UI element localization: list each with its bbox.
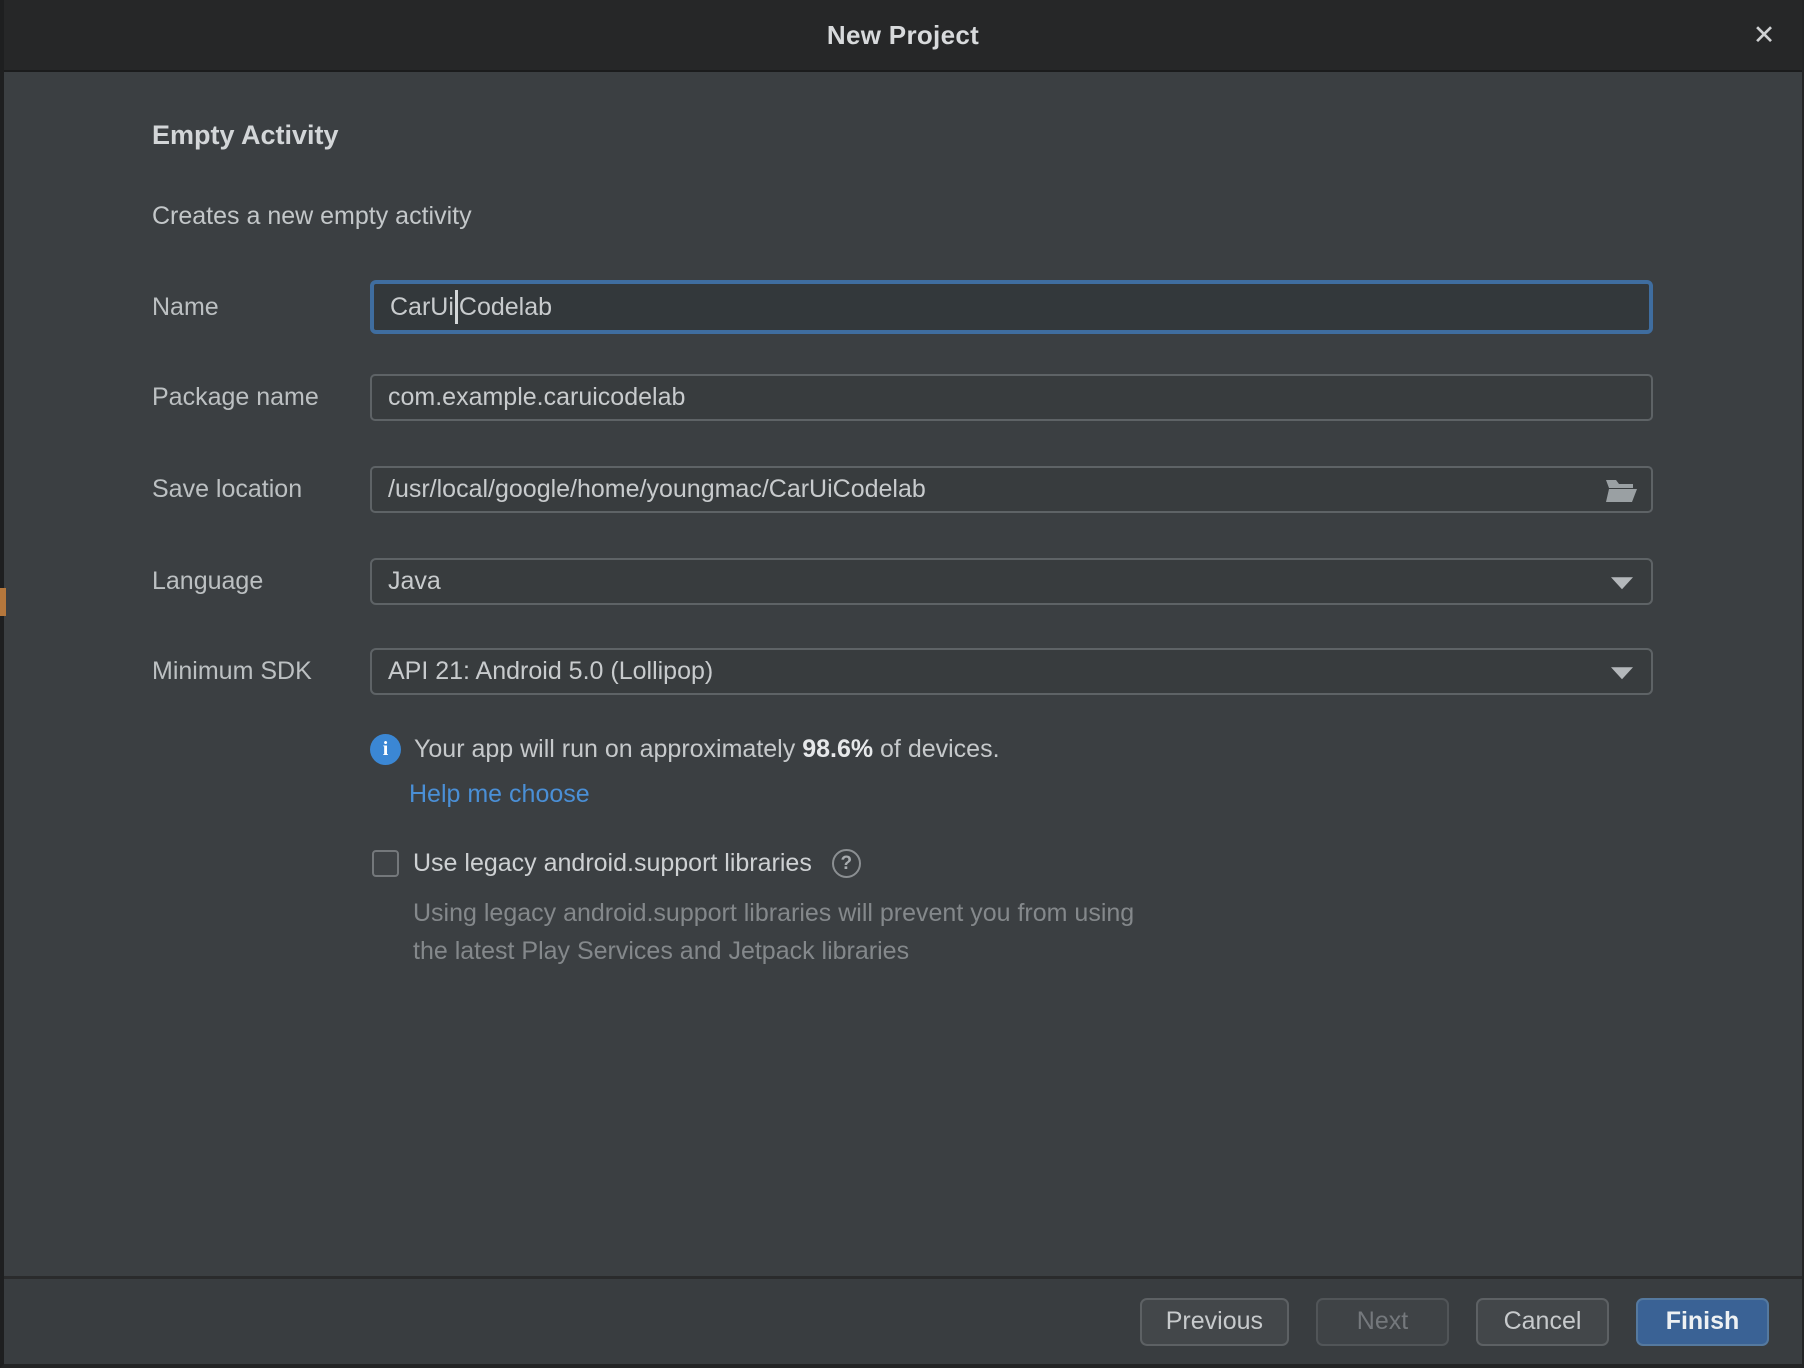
help-me-choose-link[interactable]: Help me choose bbox=[409, 780, 590, 809]
cancel-button[interactable]: Cancel bbox=[1476, 1298, 1609, 1346]
sdk-info-percent: 98.6% bbox=[802, 735, 873, 763]
save-location-label: Save location bbox=[152, 475, 370, 504]
language-label: Language bbox=[152, 567, 370, 596]
page-subtitle: Creates a new empty activity bbox=[152, 202, 472, 231]
legacy-checkbox-row: Use legacy android.support libraries ? bbox=[372, 849, 861, 878]
minimum-sdk-value: API 21: Android 5.0 (Lollipop) bbox=[388, 657, 713, 686]
text-caret bbox=[455, 290, 458, 324]
legacy-checkbox-label[interactable]: Use legacy android.support libraries bbox=[413, 849, 812, 878]
dialog-title: New Project bbox=[827, 20, 979, 51]
folder-open-icon bbox=[1604, 475, 1638, 505]
legacy-description: Using legacy android.support libraries w… bbox=[413, 894, 1134, 970]
footer: Previous Next Cancel Finish bbox=[4, 1276, 1802, 1364]
sdk-info-text: Your app will run on approximately 98.6%… bbox=[414, 735, 1000, 764]
legacy-description-line1: Using legacy android.support libraries w… bbox=[413, 894, 1134, 932]
browse-folder-button[interactable] bbox=[1603, 474, 1639, 506]
sdk-info-row: i Your app will run on approximately 98.… bbox=[370, 734, 1000, 765]
package-name-value: com.example.caruicodelab bbox=[388, 383, 685, 412]
name-row: Name CarUiCodelab bbox=[152, 280, 1653, 334]
sdk-info-prefix: Your app will run on approximately bbox=[414, 735, 802, 763]
titlebar: New Project ✕ bbox=[4, 0, 1802, 72]
save-location-value: /usr/local/google/home/youngmac/CarUiCod… bbox=[388, 475, 926, 504]
previous-button[interactable]: Previous bbox=[1140, 1298, 1289, 1346]
help-icon[interactable]: ? bbox=[832, 849, 861, 878]
save-location-input[interactable]: /usr/local/google/home/youngmac/CarUiCod… bbox=[370, 466, 1653, 513]
name-value-before-caret: CarUi bbox=[390, 293, 454, 322]
language-row: Language Java bbox=[152, 558, 1653, 605]
language-value: Java bbox=[388, 567, 441, 596]
next-button[interactable]: Next bbox=[1316, 1298, 1449, 1346]
package-name-row: Package name com.example.caruicodelab bbox=[152, 374, 1653, 421]
minimum-sdk-label: Minimum SDK bbox=[152, 657, 370, 686]
save-location-row: Save location /usr/local/google/home/you… bbox=[152, 466, 1653, 513]
name-label: Name bbox=[152, 293, 370, 322]
info-icon: i bbox=[370, 734, 401, 765]
finish-button[interactable]: Finish bbox=[1636, 1298, 1769, 1346]
chevron-down-icon bbox=[1611, 577, 1633, 589]
language-select[interactable]: Java bbox=[370, 558, 1653, 605]
minimum-sdk-select[interactable]: API 21: Android 5.0 (Lollipop) bbox=[370, 648, 1653, 695]
new-project-dialog: New Project ✕ Empty Activity Creates a n… bbox=[0, 0, 1804, 1368]
name-value-after-caret: Codelab bbox=[459, 293, 552, 322]
chevron-down-icon bbox=[1611, 667, 1633, 679]
package-name-input[interactable]: com.example.caruicodelab bbox=[370, 374, 1653, 421]
close-icon[interactable]: ✕ bbox=[1742, 13, 1786, 57]
package-name-label: Package name bbox=[152, 383, 370, 412]
name-input[interactable]: CarUiCodelab bbox=[370, 280, 1653, 334]
sdk-info-suffix: of devices. bbox=[873, 735, 999, 763]
page-title: Empty Activity bbox=[152, 120, 339, 151]
dialog-body: Empty Activity Creates a new empty activ… bbox=[4, 74, 1802, 1276]
minimum-sdk-row: Minimum SDK API 21: Android 5.0 (Lollipo… bbox=[152, 648, 1653, 695]
legacy-description-line2: the latest Play Services and Jetpack lib… bbox=[413, 932, 1134, 970]
legacy-libraries-checkbox[interactable] bbox=[372, 850, 399, 877]
